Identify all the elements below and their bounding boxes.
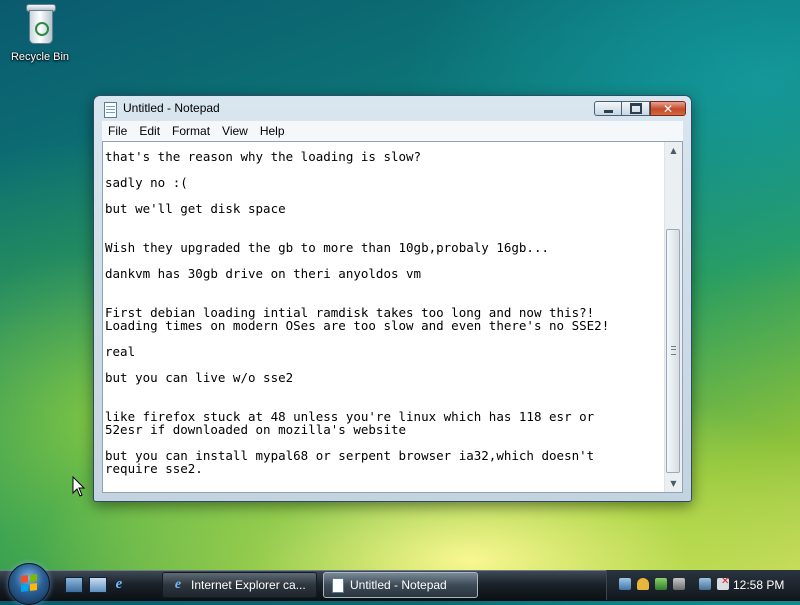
- scroll-thumb[interactable]: [666, 229, 680, 473]
- tray-app-icon[interactable]: [655, 578, 667, 590]
- text-line: real: [105, 344, 136, 359]
- desktop-icon-recycle-bin[interactable]: Recycle Bin: [6, 2, 74, 63]
- switch-windows-icon[interactable]: [89, 577, 107, 593]
- taskbar-button-label: Untitled - Notepad: [350, 578, 447, 592]
- internet-explorer-icon: e: [174, 577, 182, 592]
- window-title: Untitled - Notepad: [123, 101, 220, 115]
- vertical-scrollbar[interactable]: ▲ ▼: [664, 142, 682, 492]
- notepad-icon: [104, 102, 117, 118]
- maximize-button[interactable]: [622, 101, 650, 116]
- close-icon: ✕: [662, 101, 674, 116]
- security-shield-icon[interactable]: [637, 578, 649, 590]
- internet-explorer-quicklaunch-icon[interactable]: e: [111, 576, 127, 592]
- title-bar[interactable]: Untitled - Notepad ✕: [94, 96, 691, 121]
- taskbar-button-label: Internet Explorer ca...: [191, 578, 306, 592]
- notepad-window[interactable]: Untitled - Notepad ✕ File Edit Format Vi…: [93, 95, 692, 502]
- clock[interactable]: 12:58 PM: [733, 578, 784, 592]
- show-desktop-icon[interactable]: [65, 577, 83, 593]
- text-line: [105, 332, 663, 345]
- menu-format[interactable]: Format: [166, 124, 216, 138]
- text-line: 52esr if downloaded on mozilla's website: [105, 422, 407, 437]
- close-button[interactable]: ✕: [650, 101, 686, 116]
- text-line: [105, 215, 663, 228]
- network-connection-icon[interactable]: [699, 578, 711, 590]
- network-tray-icon[interactable]: [619, 578, 631, 590]
- notepad-icon: [332, 577, 344, 593]
- volume-muted-icon[interactable]: [717, 576, 729, 590]
- recycle-bin-icon: [24, 2, 56, 44]
- menu-bar: File Edit Format View Help: [102, 121, 683, 141]
- text-editor[interactable]: that's the reason why the loading is slo…: [103, 142, 665, 492]
- system-tray: 12:58 PM: [606, 570, 800, 600]
- grip-icon: [671, 346, 676, 355]
- minimize-button[interactable]: [594, 101, 622, 116]
- text-line: sadly no :(: [105, 175, 188, 190]
- text-line: but you can live w/o sse2: [105, 370, 294, 385]
- desktop-icon-label: Recycle Bin: [10, 51, 70, 63]
- text-line: require sse2.: [105, 461, 203, 476]
- text-line: that's the reason why the loading is slo…: [105, 149, 422, 164]
- editor-client: that's the reason why the loading is slo…: [102, 141, 683, 493]
- mouse-cursor-icon: [72, 476, 86, 497]
- text-line: [105, 384, 663, 397]
- text-line: dankvm has 30gb drive on theri anyoldos …: [105, 266, 422, 281]
- text-line: but we'll get disk space: [105, 201, 286, 216]
- text-line: Wish they upgraded the gb to more than 1…: [105, 240, 550, 255]
- minimize-icon: [603, 110, 613, 113]
- taskbar-button-internet-explorer[interactable]: e Internet Explorer ca...: [162, 572, 317, 598]
- text-line: [105, 280, 663, 293]
- text-line: [105, 163, 663, 176]
- maximize-icon: [629, 103, 642, 114]
- start-button[interactable]: [8, 563, 50, 605]
- menu-help[interactable]: Help: [254, 124, 291, 138]
- taskbar-button-notepad[interactable]: Untitled - Notepad: [323, 572, 478, 598]
- scroll-down-arrow-icon[interactable]: ▼: [665, 475, 682, 492]
- menu-file[interactable]: File: [102, 124, 133, 138]
- scroll-up-arrow-icon[interactable]: ▲: [665, 142, 682, 159]
- tray-app-icon[interactable]: [673, 578, 685, 590]
- text-line: Loading times on modern OSes are too slo…: [105, 318, 610, 333]
- menu-edit[interactable]: Edit: [133, 124, 166, 138]
- windows-logo-icon: [21, 574, 37, 592]
- menu-view[interactable]: View: [216, 124, 254, 138]
